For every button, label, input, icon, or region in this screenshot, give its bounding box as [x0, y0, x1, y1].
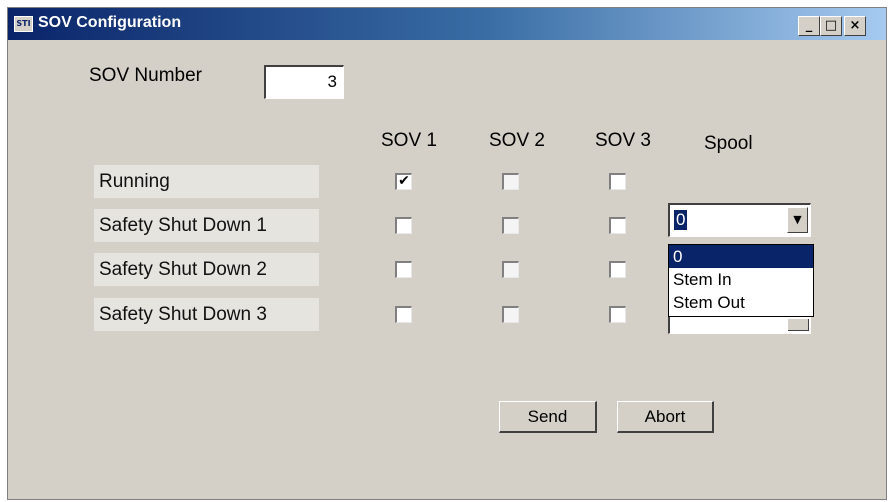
spool-dropdown-list: 0 Stem In Stem Out	[668, 244, 814, 317]
column-header-sov2: SOV 2	[489, 130, 545, 151]
checkbox-ssd3-sov1[interactable]	[395, 306, 412, 323]
title-bar[interactable]: STI SOV Configuration _ □ ×	[8, 8, 886, 40]
sov-number-input[interactable]: 3	[264, 65, 344, 99]
checkbox-running-sov3[interactable]	[609, 173, 626, 190]
checkbox-ssd3-sov3[interactable]	[609, 306, 626, 323]
column-header-spool: Spool	[704, 133, 753, 154]
column-header-sov1: SOV 1	[381, 130, 437, 151]
row-label-safety-shutdown-3: Safety Shut Down 3	[94, 298, 319, 331]
spool-option-0[interactable]: 0	[669, 245, 813, 268]
row-label-safety-shutdown-2: Safety Shut Down 2	[94, 253, 319, 286]
send-button[interactable]: Send	[499, 401, 597, 433]
spool-option-stem-out[interactable]: Stem Out	[669, 291, 813, 314]
row-label-running: Running	[94, 165, 319, 198]
sov-configuration-window: STI SOV Configuration _ □ × SOV Number 3…	[7, 7, 887, 500]
checkbox-running-sov2[interactable]	[502, 173, 519, 190]
row-label-safety-shutdown-1: Safety Shut Down 1	[94, 209, 319, 242]
checkbox-ssd1-sov2[interactable]	[502, 217, 519, 234]
checkbox-ssd3-sov2[interactable]	[502, 306, 519, 323]
sov-number-label: SOV Number	[89, 65, 202, 86]
app-icon: STI	[14, 16, 33, 32]
abort-button[interactable]: Abort	[617, 401, 714, 433]
column-header-sov3: SOV 3	[595, 130, 651, 151]
spool-combo-ssd1[interactable]: 0 ▼	[668, 203, 811, 237]
maximize-button[interactable]: □	[820, 16, 842, 36]
checkbox-ssd1-sov3[interactable]	[609, 217, 626, 234]
chevron-down-icon[interactable]	[788, 319, 809, 331]
checkbox-ssd2-sov3[interactable]	[609, 261, 626, 278]
spool-selected-value: 0	[674, 210, 688, 230]
checkbox-running-sov1[interactable]: ✔	[395, 173, 412, 190]
minimize-button[interactable]: _	[798, 16, 820, 36]
window-title: SOV Configuration	[38, 14, 182, 31]
spool-option-stem-in[interactable]: Stem In	[669, 268, 813, 291]
close-button[interactable]: ×	[844, 16, 866, 36]
checkbox-ssd2-sov1[interactable]	[395, 261, 412, 278]
chevron-down-icon[interactable]: ▼	[787, 207, 808, 233]
checkbox-ssd1-sov1[interactable]	[395, 217, 412, 234]
checkbox-ssd2-sov2[interactable]	[502, 261, 519, 278]
